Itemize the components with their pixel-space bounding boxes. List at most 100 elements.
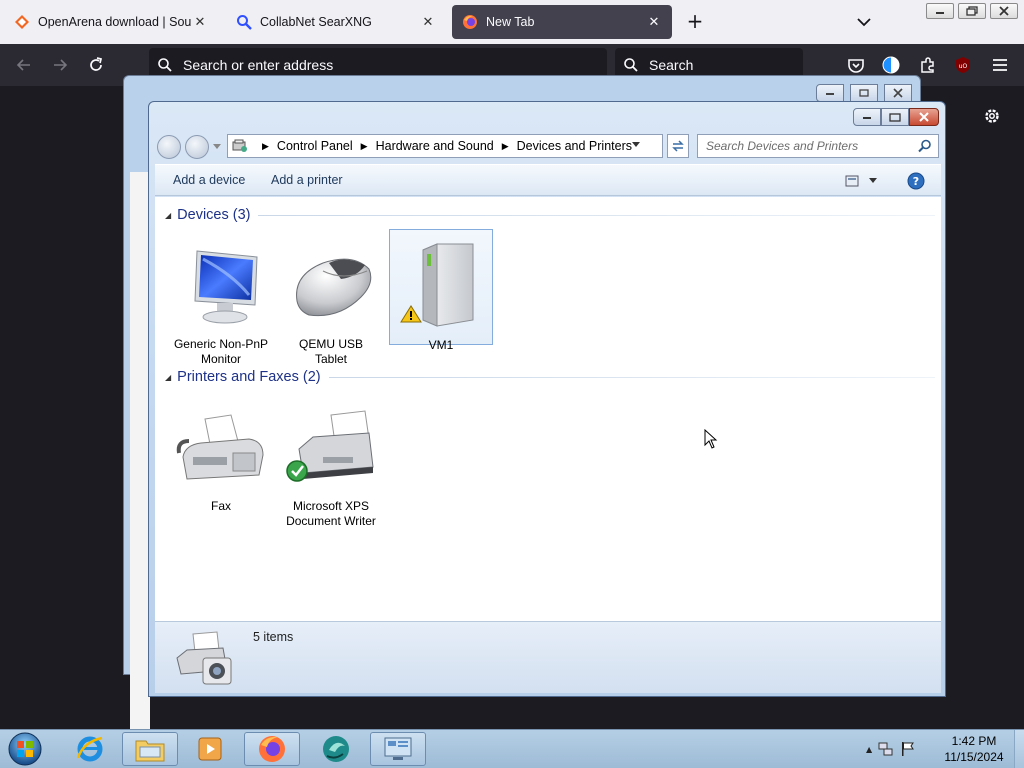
close-tab-icon[interactable]: ✕ — [192, 14, 208, 30]
devices-and-printers-window: ▶ Control Panel ▶ Hardware and Sound ▶ D… — [148, 101, 946, 697]
close-button[interactable] — [884, 84, 912, 102]
monitor-icon — [194, 250, 258, 324]
maximize-button[interactable] — [881, 108, 909, 126]
chevron-right-icon[interactable]: ▶ — [361, 141, 368, 152]
device-item[interactable]: QEMU USB Tablet — [279, 235, 383, 367]
search-icon[interactable] — [918, 139, 932, 153]
search-placeholder: Search — [649, 57, 694, 73]
extensions-button[interactable] — [918, 55, 938, 75]
group-header-devices[interactable]: ◢ Devices (3) — [165, 205, 935, 225]
background-window-body — [130, 172, 150, 748]
internet-explorer-icon — [76, 736, 103, 762]
collapse-triangle-icon[interactable]: ◢ — [165, 373, 171, 382]
new-tab-button[interactable]: + — [684, 10, 706, 32]
group-divider — [328, 376, 935, 378]
group-header-printers-and-faxes[interactable]: ◢ Printers and Faxes (2) — [165, 367, 935, 387]
group-divider — [258, 214, 935, 216]
ublock-origin-icon: uO — [956, 57, 970, 73]
device-item-selected[interactable]: VM1 — [389, 229, 493, 352]
breadcrumb-devices-and-printers[interactable]: Devices and Printers — [517, 139, 632, 153]
device-item[interactable]: Generic Non-PnP Monitor — [169, 235, 273, 367]
taskbar-file-explorer[interactable] — [122, 732, 178, 766]
refresh-icon — [672, 140, 684, 152]
tab-label: CollabNet SearXNG — [260, 15, 372, 29]
taskbar-clock[interactable]: 1:42 PM 11/15/2024 — [938, 733, 1010, 765]
back-button[interactable] — [12, 54, 36, 76]
item-label-line2: Monitor — [200, 352, 241, 366]
chevron-right-icon[interactable]: ▶ — [262, 141, 269, 152]
close-tab-icon[interactable]: ✕ — [420, 14, 436, 30]
help-icon[interactable]: ? — [907, 172, 925, 190]
chevron-down-icon[interactable] — [869, 178, 877, 184]
start-button[interactable] — [5, 731, 45, 767]
collapse-triangle-icon[interactable]: ◢ — [165, 211, 171, 220]
clock-time: 1:42 PM — [951, 734, 997, 748]
add-printer-button[interactable]: Add a printer — [271, 173, 343, 187]
menu-button[interactable] — [990, 55, 1010, 75]
taskbar-control-panel[interactable] — [370, 732, 426, 766]
group-title: Devices (3) — [177, 207, 251, 223]
minimize-button[interactable] — [816, 84, 844, 102]
minimize-button[interactable] — [853, 108, 881, 126]
pocket-icon — [848, 59, 864, 73]
item-label-line1: VM1 — [428, 338, 454, 352]
chevron-down-icon[interactable] — [213, 144, 221, 150]
show-desktop-button[interactable] — [1014, 730, 1024, 768]
search-devices-input[interactable]: Search Devices and Printers — [697, 134, 939, 158]
reload-button[interactable] — [84, 54, 108, 76]
ublock-button[interactable]: uO — [953, 55, 973, 75]
taskbar-internet-explorer[interactable] — [62, 732, 118, 766]
refresh-button[interactable] — [667, 134, 689, 158]
folder-icon — [135, 740, 165, 762]
back-button[interactable] — [157, 135, 181, 159]
close-button[interactable] — [909, 108, 939, 126]
svg-text:uO: uO — [959, 63, 968, 70]
show-hidden-icons-button[interactable]: ▲ — [866, 745, 872, 754]
mouse-cursor-icon — [704, 429, 718, 449]
taskbar-app[interactable] — [308, 732, 364, 766]
tab-sourceforge[interactable]: OpenArena download | SourceForge ✕ — [4, 5, 218, 39]
chevron-down-icon[interactable] — [854, 12, 874, 32]
minimize-button[interactable] — [926, 3, 954, 19]
url-placeholder: Search or enter address — [183, 57, 334, 73]
puzzle-piece-icon — [921, 57, 934, 73]
view-options-icon[interactable] — [845, 174, 859, 188]
control-panel-icon — [232, 139, 247, 152]
printer-item[interactable]: Fax — [169, 397, 273, 514]
restore-button[interactable] — [958, 3, 986, 19]
address-bar[interactable]: ▶ Control Panel ▶ Hardware and Sound ▶ D… — [227, 134, 663, 158]
item-label-line1: Microsoft XPS — [292, 499, 370, 513]
chevron-right-icon[interactable]: ▶ — [502, 141, 509, 152]
breadcrumb-hardware-and-sound[interactable]: Hardware and Sound — [376, 139, 494, 153]
printer-icon — [286, 410, 374, 482]
printer-item[interactable]: Microsoft XPS Document Writer — [279, 397, 383, 529]
item-label-line2: Tablet — [314, 352, 348, 366]
search-icon — [624, 58, 638, 72]
firefox-tab-bar: OpenArena download | SourceForge ✕ Colla… — [0, 0, 1024, 44]
privacy-badger-button[interactable] — [881, 55, 901, 75]
forward-button[interactable] — [185, 135, 209, 159]
network-icon[interactable] — [878, 741, 894, 757]
group-title: Printers and Faxes (2) — [177, 369, 321, 385]
chevron-down-icon[interactable] — [632, 142, 640, 148]
pocket-button[interactable] — [846, 55, 866, 75]
maximize-button[interactable] — [850, 84, 878, 102]
close-button[interactable] — [990, 3, 1018, 19]
svg-text:?: ? — [913, 175, 919, 188]
breadcrumb-control-panel[interactable]: Control Panel — [277, 139, 353, 153]
tab-searxng[interactable]: CollabNet SearXNG ✕ — [226, 5, 446, 39]
background-window-controls — [816, 84, 912, 102]
taskbar-media-player[interactable] — [182, 732, 238, 766]
control-panel-icon — [384, 737, 412, 760]
arrow-left-icon — [16, 59, 30, 71]
gear-icon[interactable] — [982, 106, 1002, 126]
forward-button[interactable] — [48, 54, 72, 76]
close-tab-icon[interactable]: ✕ — [646, 14, 662, 30]
search-icon — [158, 58, 172, 72]
add-device-button[interactable]: Add a device — [173, 173, 245, 187]
taskbar-firefox[interactable] — [244, 732, 300, 766]
firefox-icon — [259, 736, 285, 762]
tab-new-tab[interactable]: New Tab ✕ — [452, 5, 672, 39]
action-center-flag-icon[interactable] — [900, 741, 916, 757]
firefox-icon — [463, 15, 477, 29]
